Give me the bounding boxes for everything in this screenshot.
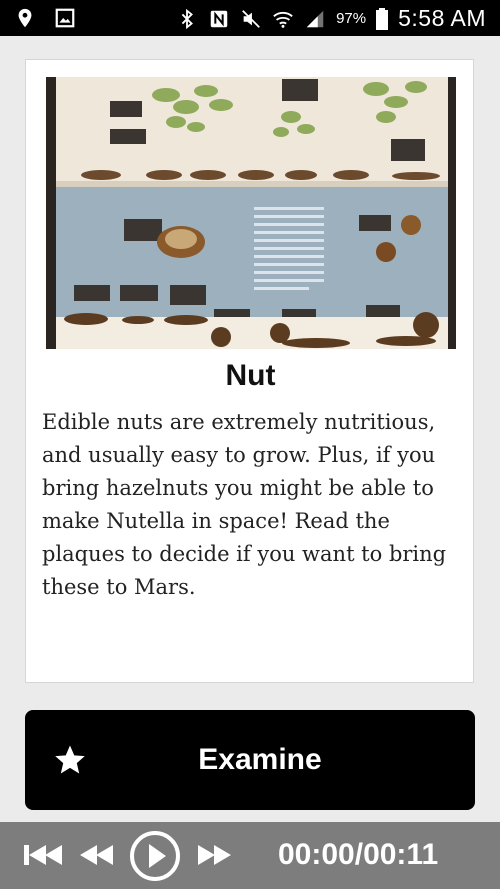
playback-time: 00:00/00:11 — [278, 838, 439, 871]
nfc-icon — [210, 10, 228, 27]
clock: 5:58 AM — [398, 5, 486, 31]
status-bar: 97% 5:58 AM — [0, 0, 500, 36]
gallery-icon — [55, 8, 75, 28]
battery-percentage: 97% — [336, 10, 367, 27]
exhibit-photo — [46, 77, 456, 349]
bluetooth-icon — [181, 8, 194, 29]
item-title: Nut — [225, 359, 276, 392]
item-description: Edible nuts are extremely nutritious, an… — [42, 410, 447, 599]
skip-back-icon[interactable] — [24, 843, 62, 867]
content-card: Nut Edible nuts are extremely nutritious… — [25, 59, 474, 683]
examine-label: Examine — [198, 743, 322, 776]
fast-forward-icon[interactable] — [198, 843, 231, 867]
rewind-icon[interactable] — [80, 843, 113, 867]
location-icon — [18, 8, 32, 28]
examine-button[interactable]: Examine — [25, 710, 475, 810]
wifi-icon — [273, 11, 293, 28]
mute-icon — [242, 9, 260, 28]
signal-icon — [306, 10, 324, 27]
battery-icon — [376, 7, 389, 30]
play-icon[interactable] — [128, 829, 182, 883]
audio-player: 00:00/00:11 — [0, 822, 500, 889]
